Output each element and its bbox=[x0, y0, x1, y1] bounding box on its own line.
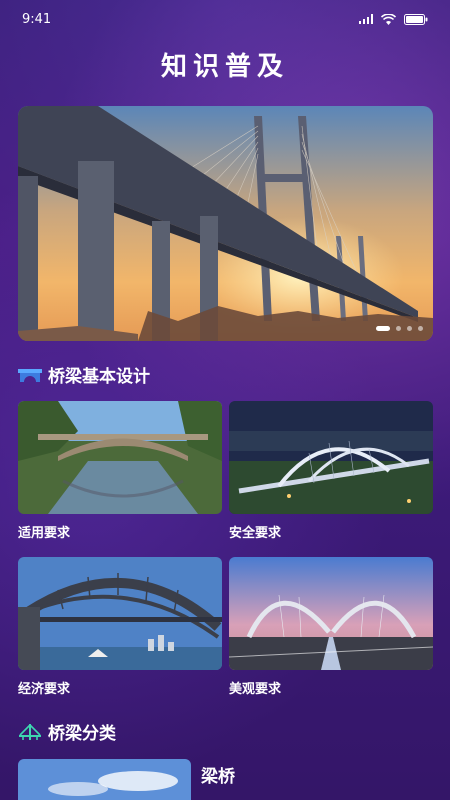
design-card-economy[interactable]: 经济要求 bbox=[18, 557, 222, 697]
section-title-classification: 桥梁分类 bbox=[48, 724, 116, 744]
banner-image bbox=[18, 106, 433, 341]
card-image-harbour-bridge bbox=[18, 557, 222, 670]
design-card-safety[interactable]: 安全要求 bbox=[229, 401, 433, 541]
card-label: 适用要求 bbox=[18, 526, 71, 541]
card-image-butterfly-arch-bridge bbox=[229, 557, 433, 670]
signal-icon bbox=[359, 14, 373, 24]
carousel-indicator[interactable] bbox=[376, 326, 423, 331]
card-label: 安全要求 bbox=[229, 526, 282, 541]
status-bar: 9:41 bbox=[0, 0, 450, 38]
suspension-bridge-icon bbox=[19, 723, 41, 740]
wifi-icon bbox=[381, 13, 396, 25]
hero-banner[interactable] bbox=[18, 106, 433, 341]
card-label: 美观要求 bbox=[229, 682, 282, 697]
battery-icon bbox=[404, 13, 428, 25]
status-time: 9:41 bbox=[22, 11, 52, 27]
carousel-dot[interactable] bbox=[407, 326, 412, 331]
design-card-aesthetics[interactable]: 美观要求 bbox=[229, 557, 433, 697]
design-card-applicability[interactable]: 适用要求 bbox=[18, 401, 222, 541]
section-title-design: 桥梁基本设计 bbox=[48, 367, 150, 387]
carousel-dot-active[interactable] bbox=[376, 326, 390, 331]
card-label: 经济要求 bbox=[18, 682, 71, 697]
card-image-night-arch-bridge bbox=[229, 401, 433, 514]
section-header-design: 桥梁基本设计 bbox=[18, 362, 150, 387]
status-icons bbox=[359, 13, 428, 25]
classification-card-image[interactable] bbox=[18, 759, 191, 800]
card-image-stone-arch-bridge bbox=[18, 401, 222, 514]
section-header-classification: 桥梁分类 bbox=[18, 719, 116, 744]
carousel-dot[interactable] bbox=[418, 326, 423, 331]
bridge-icon bbox=[18, 368, 42, 382]
page-title: 知识普及 bbox=[160, 52, 289, 82]
classification-item-beam-bridge[interactable]: 梁桥 bbox=[201, 762, 235, 787]
carousel-dot[interactable] bbox=[396, 326, 401, 331]
